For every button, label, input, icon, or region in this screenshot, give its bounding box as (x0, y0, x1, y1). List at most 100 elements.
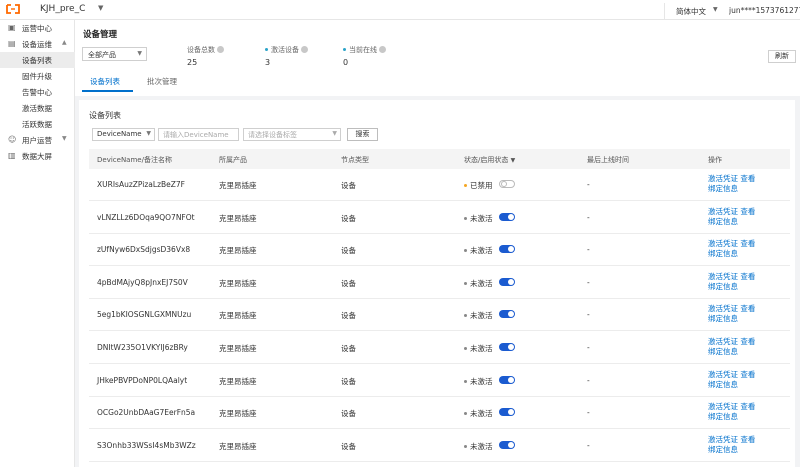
node-type: 设备 (341, 344, 356, 353)
activation-credential-link[interactable]: 激活凭证 (708, 207, 738, 216)
screen-icon: ▥ (8, 151, 16, 160)
binding-info-link[interactable]: 绑定信息 (708, 282, 738, 291)
binding-info-link[interactable]: 绑定信息 (708, 380, 738, 389)
status-badge: 未激活 (464, 441, 493, 452)
activation-credential-link[interactable]: 激活凭证 (708, 337, 738, 346)
sidebar-item-active-data[interactable]: 活跃数据 (0, 116, 75, 132)
chevron-down-icon[interactable]: ▼ (98, 4, 103, 12)
product-select[interactable]: 全部产品 ▼ (82, 47, 147, 61)
chevron-down-icon: ▼ (510, 157, 516, 164)
binding-info-link[interactable]: 绑定信息 (708, 217, 738, 226)
activation-credential-link[interactable]: 激活凭证 (708, 435, 738, 444)
binding-info-link[interactable]: 绑定信息 (708, 445, 738, 454)
view-link[interactable]: 查看 (740, 239, 755, 248)
enable-toggle[interactable] (499, 440, 515, 449)
stat-online: 当前在线 0 (343, 45, 386, 67)
search-button[interactable]: 搜索 (347, 128, 378, 141)
column-header-status[interactable]: 状态/启用状态 ▼ (464, 155, 515, 165)
view-link[interactable]: 查看 (740, 174, 755, 183)
column-header: 所属产品 (219, 156, 247, 164)
filter-field-value: DeviceName (97, 130, 142, 138)
status-text: 未激活 (470, 278, 493, 288)
user-account[interactable]: jun****15737612779 (729, 6, 800, 15)
enable-toggle[interactable] (499, 212, 515, 221)
device-name: XURIsAuzZPizaLzBeZ7F (97, 180, 185, 189)
toggle-knob (508, 246, 514, 253)
tab-device-list[interactable]: 设备列表 (90, 76, 120, 87)
device-name: vLNZLLz6DOqa9QO7NFOt (97, 212, 195, 222)
column-header-label: 状态/启用状态 (464, 156, 509, 164)
activation-credential-link[interactable]: 激活凭证 (708, 239, 738, 248)
sidebar-item-device-ops[interactable]: ▤ 设备运维 ▲ (0, 36, 75, 52)
view-link[interactable]: 查看 (740, 337, 755, 346)
aliyun-logo-icon[interactable] (6, 3, 20, 15)
enable-toggle[interactable] (499, 310, 515, 319)
activation-credential-link[interactable]: 激活凭证 (708, 174, 738, 183)
sidebar-item-alarm[interactable]: 告警中心 (0, 84, 75, 100)
help-icon[interactable] (217, 46, 224, 53)
stat-value: 3 (265, 58, 271, 67)
sidebar-item-firmware[interactable]: 固件升级 (0, 68, 75, 84)
view-link[interactable]: 查看 (740, 272, 755, 281)
status-dot (464, 412, 467, 416)
tab-batch-management[interactable]: 批次管理 (147, 76, 177, 87)
sidebar-item-label: 告警中心 (22, 88, 52, 97)
chevron-up-icon: ▲ (62, 39, 67, 46)
stat-value: 0 (343, 58, 349, 67)
project-name[interactable]: KJH_pre_C (40, 4, 85, 14)
view-link[interactable]: 查看 (740, 402, 755, 411)
status-dot (464, 444, 467, 448)
divider (664, 3, 665, 19)
status-dot (464, 184, 467, 187)
top-bar: KJH_pre_C ▼ 简体中文 ▼ jun****15737612779 (0, 0, 800, 20)
sidebar-item-ops-center[interactable]: ▣ 运营中心 (0, 20, 75, 36)
tag-select[interactable]: 请选择设备标签 ▼ (243, 128, 341, 141)
binding-info-link[interactable]: 绑定信息 (708, 347, 738, 356)
activation-credential-link[interactable]: 激活凭证 (708, 272, 738, 281)
activation-credential-link[interactable]: 激活凭证 (708, 304, 738, 313)
row-actions: 激活凭证 查看 绑定信息 (708, 402, 755, 422)
enable-toggle[interactable] (499, 343, 515, 351)
stat-activated: 激活设备 3 (265, 45, 308, 67)
view-link[interactable]: 查看 (740, 304, 755, 313)
stat-label: 设备总数 (187, 46, 215, 54)
toggle-knob (508, 441, 514, 448)
sidebar-item-device-list[interactable]: 设备列表 (0, 52, 75, 68)
table-row: DNItW235O1VKYIJ6zBRy 克里昂插座 设备 未激活 - 激活凭证 查看 绑定… (89, 332, 790, 364)
status-text: 已禁用 (470, 181, 493, 190)
status-badge: 未激活 (464, 213, 493, 224)
toggle-knob (508, 213, 514, 220)
binding-info-link[interactable]: 绑定信息 (708, 412, 738, 421)
search-input[interactable]: 请输入DeviceName (158, 128, 239, 141)
binding-info-link[interactable]: 绑定信息 (708, 249, 738, 258)
help-icon[interactable] (301, 46, 308, 53)
enable-toggle[interactable] (499, 180, 515, 188)
sidebar-item-data-screen[interactable]: ▥ 数据大屏 (0, 148, 75, 164)
chevron-down-icon[interactable]: ▼ (713, 6, 718, 13)
view-link[interactable]: 查看 (740, 370, 755, 379)
activation-credential-link[interactable]: 激活凭证 (708, 402, 738, 411)
refresh-button[interactable]: 刷新 (768, 50, 796, 63)
sidebar-item-user-ops[interactable]: ☺ 用户运营 ▼ (0, 132, 75, 148)
view-link[interactable]: 查看 (740, 435, 755, 444)
enable-toggle[interactable] (499, 408, 515, 417)
view-link[interactable]: 查看 (740, 207, 755, 216)
help-icon[interactable] (379, 46, 386, 53)
sidebar-item-activation-data[interactable]: 激活数据 (0, 100, 75, 116)
device-icon: ▤ (8, 39, 16, 48)
table-row: XURIsAuzZPizaLzBeZ7F 克里昂插座 设备 已禁用 - 激活凭证 查看 绑定… (89, 169, 790, 201)
activation-credential-link[interactable]: 激活凭证 (708, 370, 738, 379)
table-row: JHkePBVPDoNP0LQAalyt 克里昂插座 设备 未激活 - 激活凭证 查看 绑定… (89, 365, 790, 397)
status-badge: 未激活 (464, 310, 493, 321)
node-type: 设备 (341, 311, 356, 321)
row-actions: 激活凭证 查看 绑定信息 (708, 304, 755, 324)
binding-info-link[interactable]: 绑定信息 (708, 314, 738, 323)
enable-toggle[interactable] (499, 277, 515, 286)
filter-field-select[interactable]: DeviceName ▼ (92, 128, 155, 141)
enable-toggle[interactable] (499, 375, 515, 384)
sidebar-item-label: 激活数据 (22, 104, 52, 113)
enable-toggle[interactable] (499, 245, 515, 254)
language-select[interactable]: 简体中文 (676, 6, 706, 17)
chevron-down-icon: ▼ (62, 135, 67, 142)
binding-info-link[interactable]: 绑定信息 (708, 184, 738, 193)
